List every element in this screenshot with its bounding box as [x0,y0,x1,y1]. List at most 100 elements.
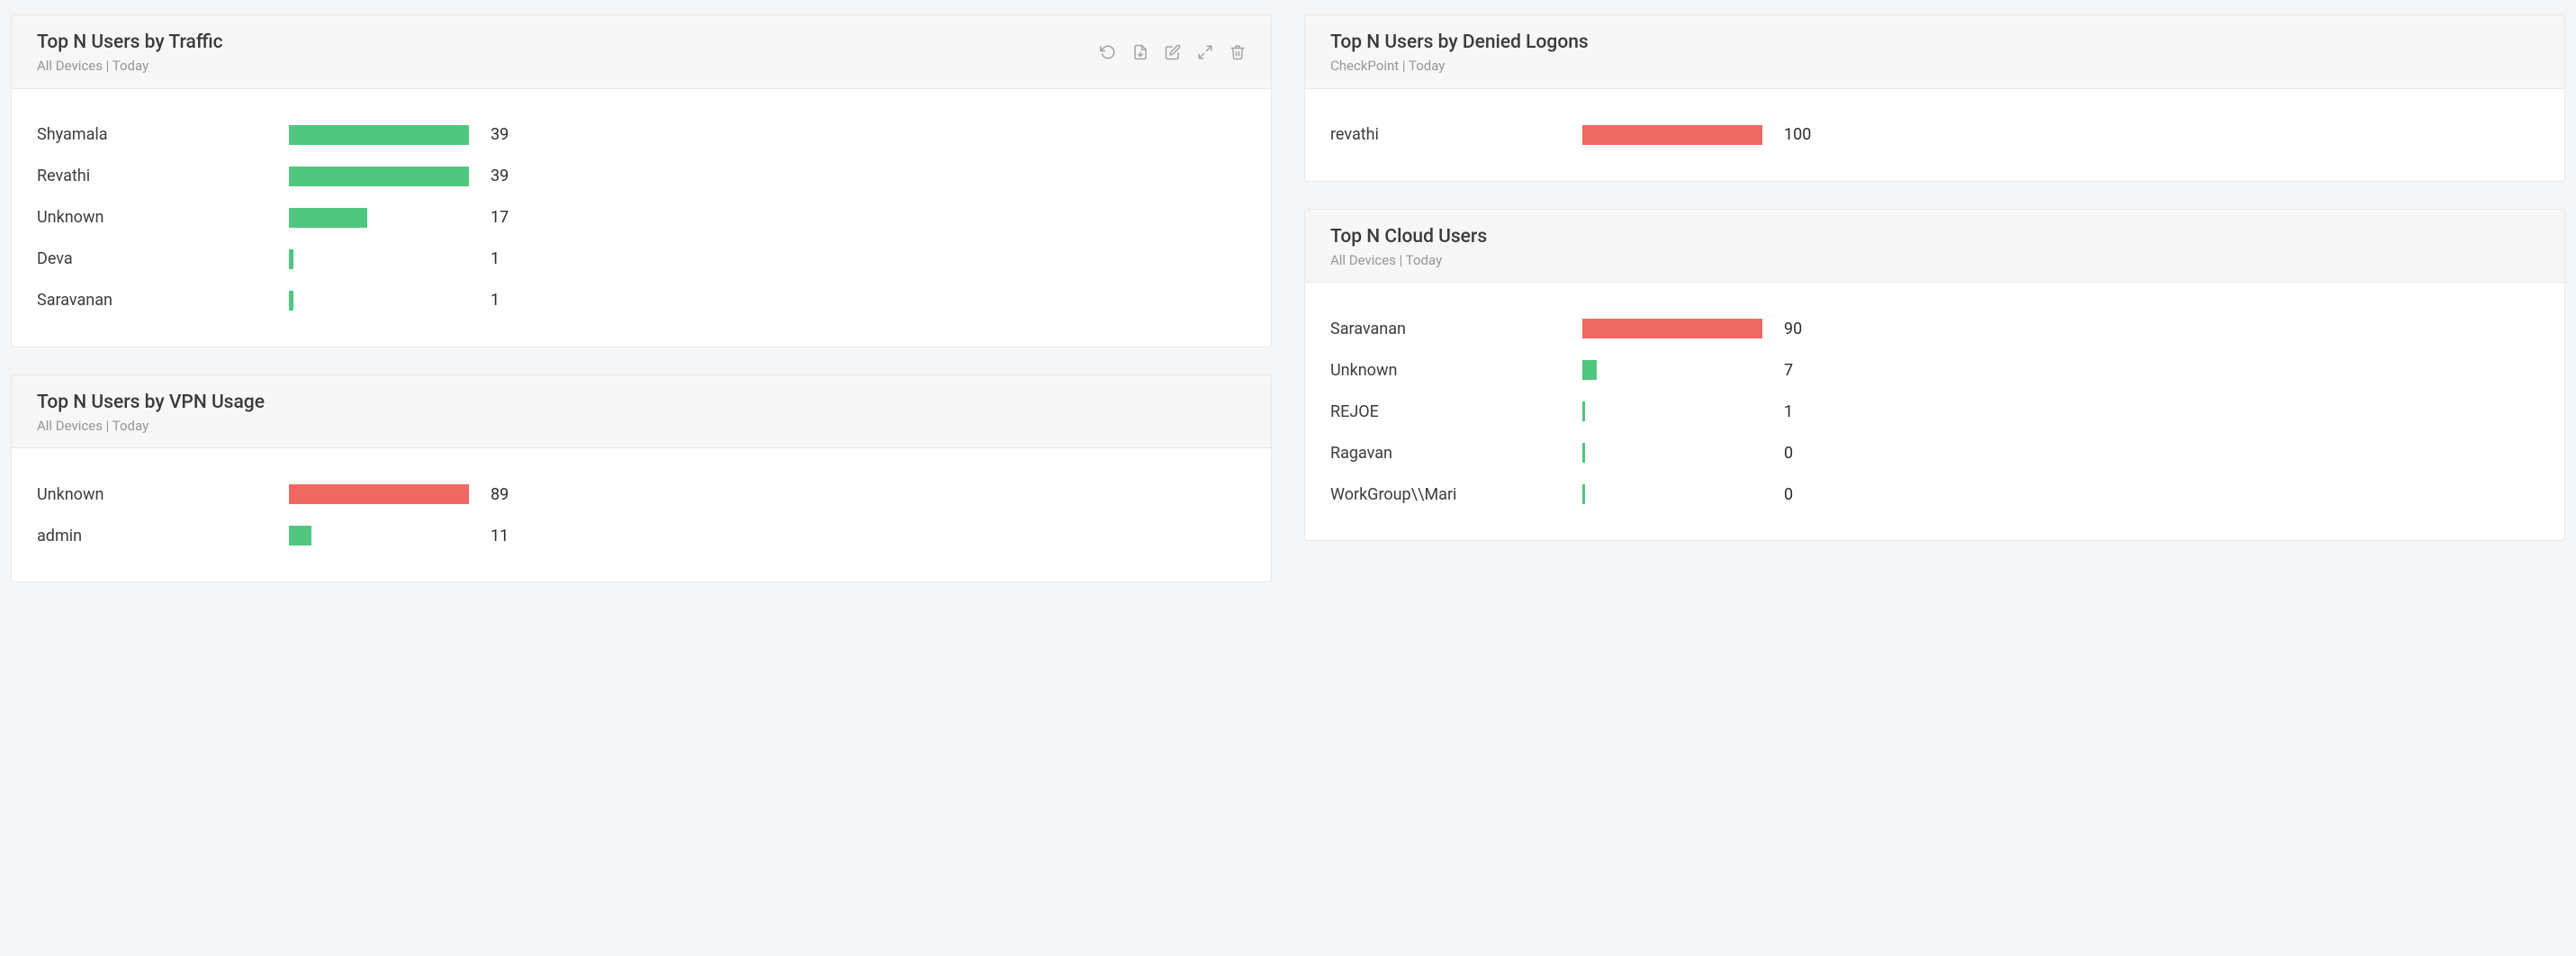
bar-track [289,125,469,145]
bar-row: REJOE 1 [1330,391,2539,432]
bar-label: Revathi [37,167,289,185]
edit-button[interactable] [1165,44,1181,60]
panel-title: Top N Users by Denied Logons [1330,30,1589,55]
bar-row: admin 11 [37,515,1246,556]
bar-label: Unknown [1330,361,1582,380]
bar-value: 0 [1762,444,2539,463]
refresh-icon [1100,44,1116,60]
bar-label: admin [37,527,289,546]
bar-label: REJOE [1330,402,1582,421]
panel-header: Top N Users by Traffic All Devices | Toda… [12,15,1271,89]
panel-titles: Top N Cloud Users All Devices | Today [1330,224,1487,270]
bar-row: Revathi 39 [37,156,1246,197]
bar-row: Shyamala 39 [37,114,1246,156]
bar-row: Saravanan 90 [1330,308,2539,349]
bar-row: Saravanan 1 [37,280,1246,321]
bar-track [289,167,469,186]
panel-actions [1100,44,1246,60]
bar-fill [289,167,469,186]
panel-subtitle: All Devices | Today [37,417,265,435]
bar-fill [1582,319,1762,338]
bar-row: Ragavan0 [1330,432,2539,473]
panel-traffic: Top N Users by Traffic All Devices | Toda… [11,14,1272,347]
bar-value: 39 [469,167,1246,185]
bar-track [289,249,469,269]
panel-body: Unknown 89 admin 11 [12,448,1271,582]
bar-fill [1582,360,1597,380]
bar-label: Saravanan [37,291,289,310]
bar-track [1582,125,1762,145]
panel-title: Top N Users by VPN Usage [37,390,265,415]
bar-fill [289,125,469,145]
bar-fill [289,484,469,504]
delete-icon [1229,44,1246,60]
bar-track [1582,484,1762,504]
bar-label: Unknown [37,208,289,227]
bar-track [1582,319,1762,338]
bar-track [289,208,469,228]
bar-value: 1 [469,291,1246,310]
expand-button[interactable] [1197,44,1213,60]
delete-button[interactable] [1229,44,1246,60]
bar-label: Unknown [37,485,289,504]
bar-label: Deva [37,249,289,268]
bar-row: Unknown 89 [37,473,1246,515]
bar-row: Deva 1 [37,239,1246,280]
panel-denied: Top N Users by Denied Logons CheckPoint |… [1304,14,2565,182]
bar-label: WorkGroup\\Mari [1330,485,1582,504]
dashboard-column: Top N Users by Traffic All Devices | Toda… [11,14,1272,582]
bar-track [1582,360,1762,380]
panel-subtitle: All Devices | Today [37,57,223,75]
bar-row: Unknown 17 [37,197,1246,239]
dashboard-column: Top N Users by Denied Logons CheckPoint |… [1304,14,2565,582]
bar-track [289,484,469,504]
bar-row: revathi 100 [1330,114,2539,156]
panel-body: Saravanan90Unknown7REJOE1Ragavan0WorkGro… [1305,283,2564,540]
panel-body: revathi 100 [1305,89,2564,181]
panel-titles: Top N Users by VPN Usage All Devices | To… [37,390,265,436]
bar-fill [289,208,367,228]
bar-track [1582,443,1762,463]
export-button[interactable] [1132,44,1148,60]
bar-row: WorkGroup\\Mari 0 [1330,473,2539,515]
dashboard-grid: Top N Users by Traffic All Devices | Toda… [11,14,2565,582]
edit-icon [1165,44,1181,60]
bar-value: 1 [469,249,1246,268]
bar-value: 39 [469,125,1246,144]
bar-fill [289,249,293,269]
bar-label: Saravanan [1330,320,1582,338]
bar-value: 11 [469,527,1246,546]
panel-titles: Top N Users by Traffic All Devices | Toda… [37,30,223,76]
panel-header: Top N Cloud Users All Devices | Today [1305,210,2564,284]
bar-value: 90 [1762,320,2539,338]
bar-value: 17 [469,208,1246,227]
panel-title: Top N Users by Traffic [37,30,223,55]
bar-value: 89 [469,485,1246,504]
bar-fill [1582,484,1585,504]
panel-subtitle: All Devices | Today [1330,251,1487,269]
panel-cloud: Top N Cloud Users All Devices | Today Sara… [1304,209,2565,542]
bar-track [289,526,469,546]
bar-value: 100 [1762,125,2539,144]
panel-header: Top N Users by VPN Usage All Devices | To… [12,375,1271,449]
panel-title: Top N Cloud Users [1330,224,1487,249]
panel-subtitle: CheckPoint | Today [1330,57,1589,75]
bar-label: Shyamala [37,125,289,144]
bar-row: Unknown 7 [1330,349,2539,391]
refresh-button[interactable] [1100,44,1116,60]
bar-track [289,291,469,311]
bar-value: 0 [1762,485,2539,504]
bar-value: 1 [1762,402,2539,421]
bar-value: 7 [1762,361,2539,380]
bar-track [1582,401,1762,421]
bar-fill [1582,401,1585,421]
export-icon [1132,44,1148,60]
expand-icon [1197,44,1213,60]
panel-vpn: Top N Users by VPN Usage All Devices | To… [11,374,1272,583]
panel-titles: Top N Users by Denied Logons CheckPoint |… [1330,30,1589,76]
bar-fill [1582,443,1585,463]
panel-body: Shyamala39Revathi39Unknown17Deva1Saravan… [12,89,1271,347]
bar-fill [1582,125,1762,145]
bar-fill [289,526,311,546]
bar-label: revathi [1330,125,1582,144]
